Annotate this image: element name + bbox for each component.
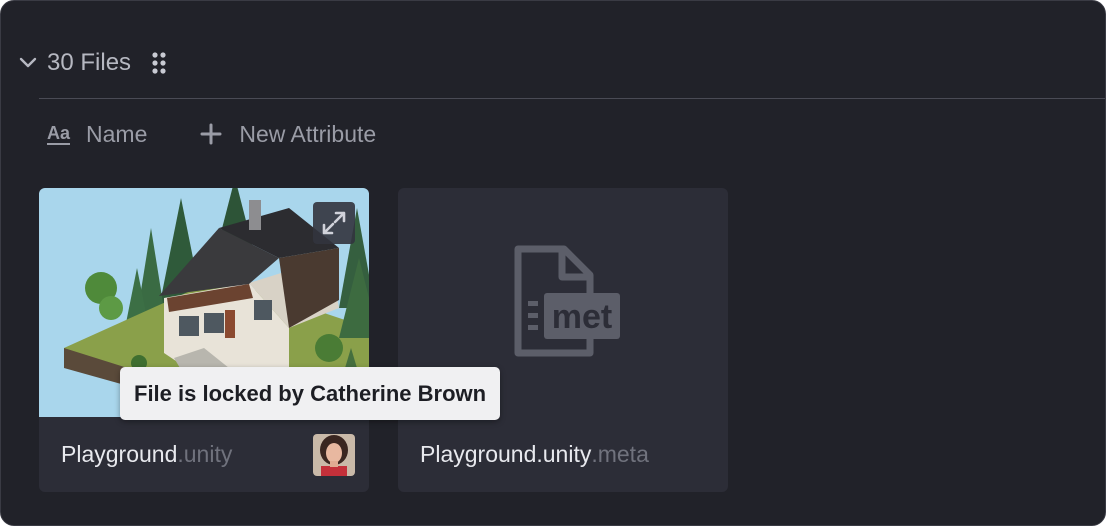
new-attribute-label: New Attribute bbox=[239, 120, 377, 147]
chevron-down-icon[interactable] bbox=[17, 52, 39, 74]
name-attribute-label: Name bbox=[86, 120, 148, 147]
file-name: Playground.unity bbox=[420, 441, 592, 467]
files-count-label: 30 Files bbox=[47, 49, 132, 76]
lock-owner-avatar[interactable] bbox=[313, 434, 355, 476]
lock-tooltip: File is locked by Catherine Brown bbox=[120, 367, 501, 420]
name-attribute[interactable]: Aa Name bbox=[47, 121, 147, 148]
files-group-header[interactable]: 30 Files bbox=[17, 45, 167, 81]
file-extension: .meta bbox=[591, 441, 649, 467]
svg-text:met: met bbox=[552, 298, 612, 336]
drag-handle-icon[interactable] bbox=[151, 51, 167, 75]
files-panel: 30 Files Aa Name New Attribute Playgroun… bbox=[0, 0, 1106, 526]
expand-icon bbox=[322, 211, 346, 235]
attribute-bar: Aa Name New Attribute bbox=[47, 117, 376, 151]
file-card[interactable]: Playground .unity bbox=[39, 188, 369, 492]
text-type-icon: Aa bbox=[47, 122, 71, 145]
new-attribute-button[interactable]: New Attribute bbox=[147, 121, 376, 148]
file-extension: .unity bbox=[177, 441, 233, 467]
card-footer: Playground.unity .meta bbox=[398, 417, 728, 492]
header-divider bbox=[39, 98, 1105, 99]
plus-icon bbox=[199, 122, 223, 146]
meta-file-icon: met bbox=[514, 245, 620, 357]
file-name: Playground bbox=[61, 441, 178, 467]
file-card[interactable]: met Playground.unity .meta bbox=[398, 188, 728, 492]
expand-button[interactable] bbox=[313, 202, 355, 244]
